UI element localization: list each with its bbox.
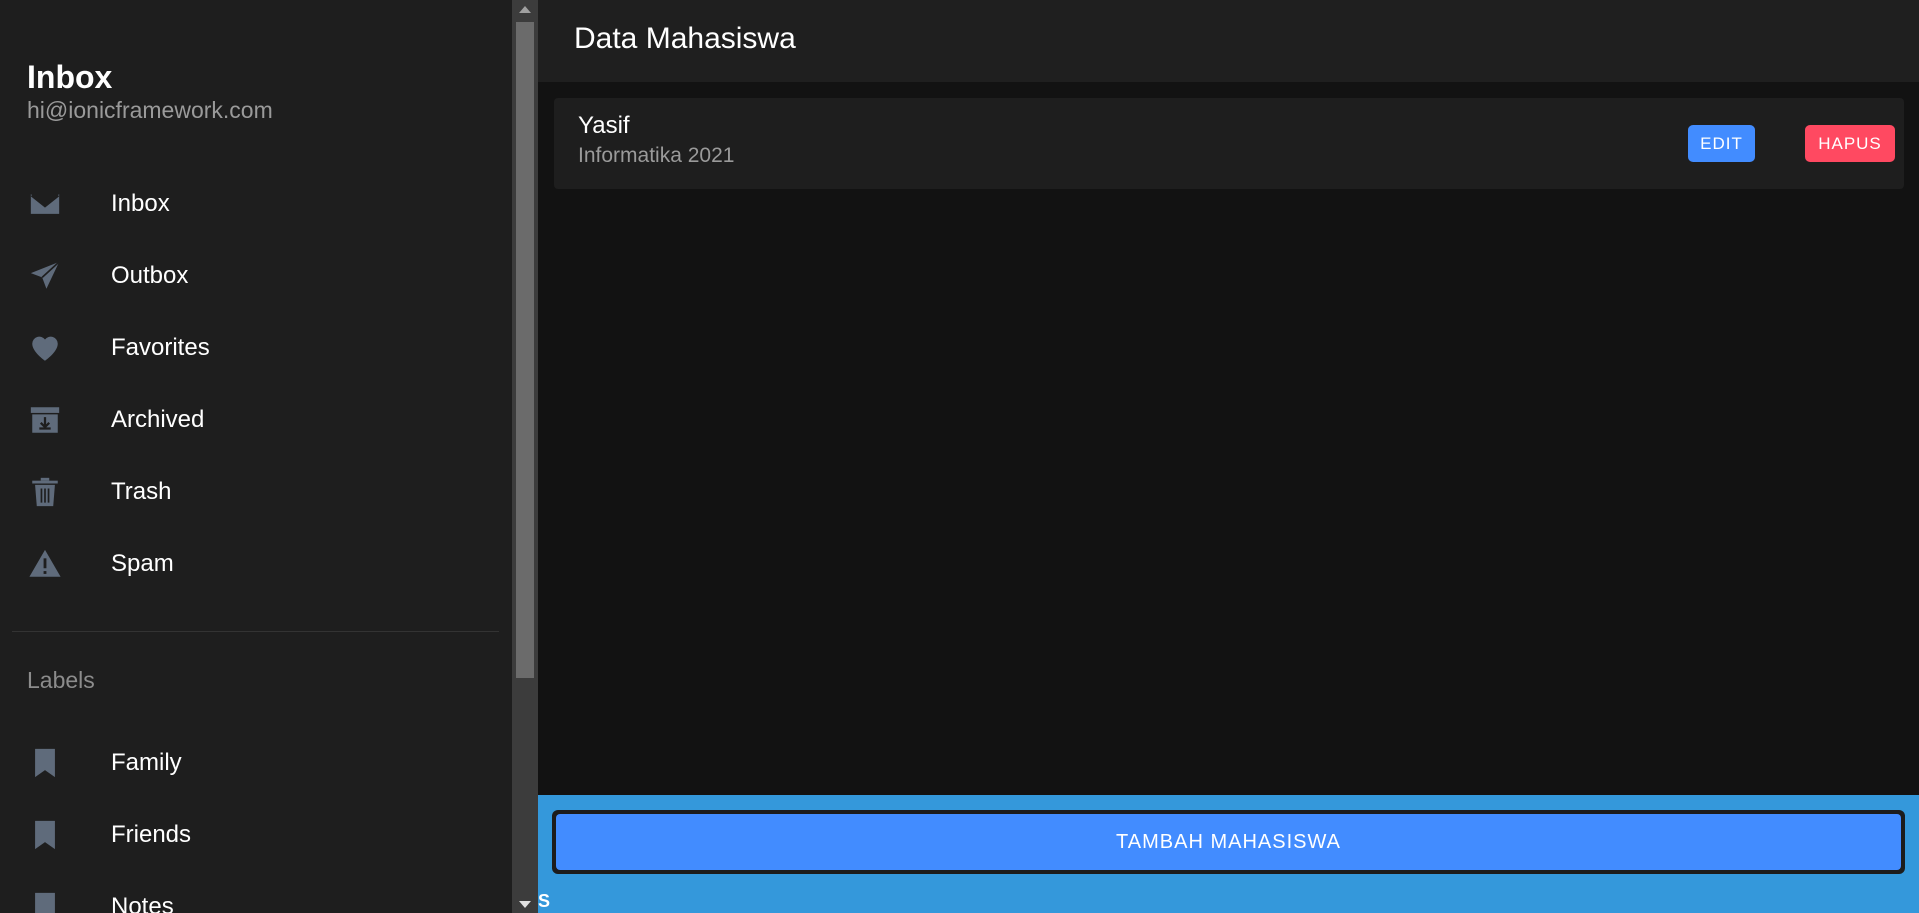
label-item-label: Family [111, 749, 182, 776]
menu-title: Inbox [27, 59, 113, 95]
bookmark-icon [27, 890, 62, 913]
menu-item-label: Favorites [111, 334, 210, 361]
menu-divider [12, 631, 499, 632]
labels-header: Labels [27, 667, 95, 693]
menu-item-trash[interactable]: Trash [0, 456, 512, 528]
label-item-label: Friends [111, 821, 192, 848]
menu-header: Inbox hi@ionicframework.com [27, 58, 273, 124]
menu-item-label: Outbox [111, 262, 189, 289]
student-detail: Informatika 2021 [578, 144, 735, 167]
scroll-down-arrow-icon[interactable] [519, 901, 531, 908]
edit-button[interactable]: EDIT [1688, 125, 1755, 162]
label-item-family[interactable]: Family [0, 727, 512, 799]
labels-list: Family Friends Notes [0, 727, 512, 913]
toolbar: Data Mahasiswa [538, 0, 1919, 82]
menu-item-favorites[interactable]: Favorites [0, 312, 512, 384]
menu-item-spam[interactable]: Spam [0, 528, 512, 600]
footer-partial-text: S [538, 891, 551, 911]
menu-subtitle: hi@ionicframework.com [27, 97, 273, 123]
bookmark-icon [27, 818, 62, 853]
menu-scrollbar[interactable] [512, 0, 538, 913]
page-title: Data Mahasiswa [574, 22, 796, 55]
mail-icon [27, 187, 62, 222]
menu-item-label: Spam [111, 550, 174, 577]
menu-item-label: Trash [111, 478, 172, 505]
menu-item-outbox[interactable]: Outbox [0, 240, 512, 312]
side-menu: Inbox hi@ionicframework.com Inbox Outbox [0, 0, 512, 913]
add-student-button[interactable]: TAMBAH MAHASISWA [552, 810, 1905, 874]
label-item-friends[interactable]: Friends [0, 799, 512, 871]
student-card: Yasif Informatika 2021 EDIT HAPUS [554, 98, 1904, 189]
app-root: Inbox hi@ionicframework.com Inbox Outbox [0, 0, 1919, 913]
menu-item-label: Archived [111, 406, 205, 433]
add-student-label: TAMBAH MAHASISWA [556, 814, 1901, 870]
student-name: Yasif [578, 112, 630, 139]
heart-icon [27, 331, 62, 366]
scroll-up-arrow-icon[interactable] [519, 6, 531, 13]
menu-item-inbox[interactable]: Inbox [0, 168, 512, 240]
delete-button[interactable]: HAPUS [1805, 125, 1895, 162]
scroll-thumb[interactable] [516, 22, 534, 678]
trash-icon [27, 475, 62, 510]
paper-plane-icon [27, 259, 62, 294]
menu-item-label: Inbox [111, 190, 170, 217]
menu-list: Inbox Outbox Favorites Archived Trash Sp… [0, 168, 512, 600]
bookmark-icon [27, 746, 62, 781]
archive-icon [27, 403, 62, 438]
warning-icon [27, 547, 62, 582]
footer: TAMBAH MAHASISWA S [538, 795, 1919, 913]
label-item-label: Notes [111, 893, 174, 913]
menu-item-archived[interactable]: Archived [0, 384, 512, 456]
label-item-notes[interactable]: Notes [0, 871, 512, 913]
main-content: Data Mahasiswa Yasif Informatika 2021 ED… [538, 0, 1919, 913]
